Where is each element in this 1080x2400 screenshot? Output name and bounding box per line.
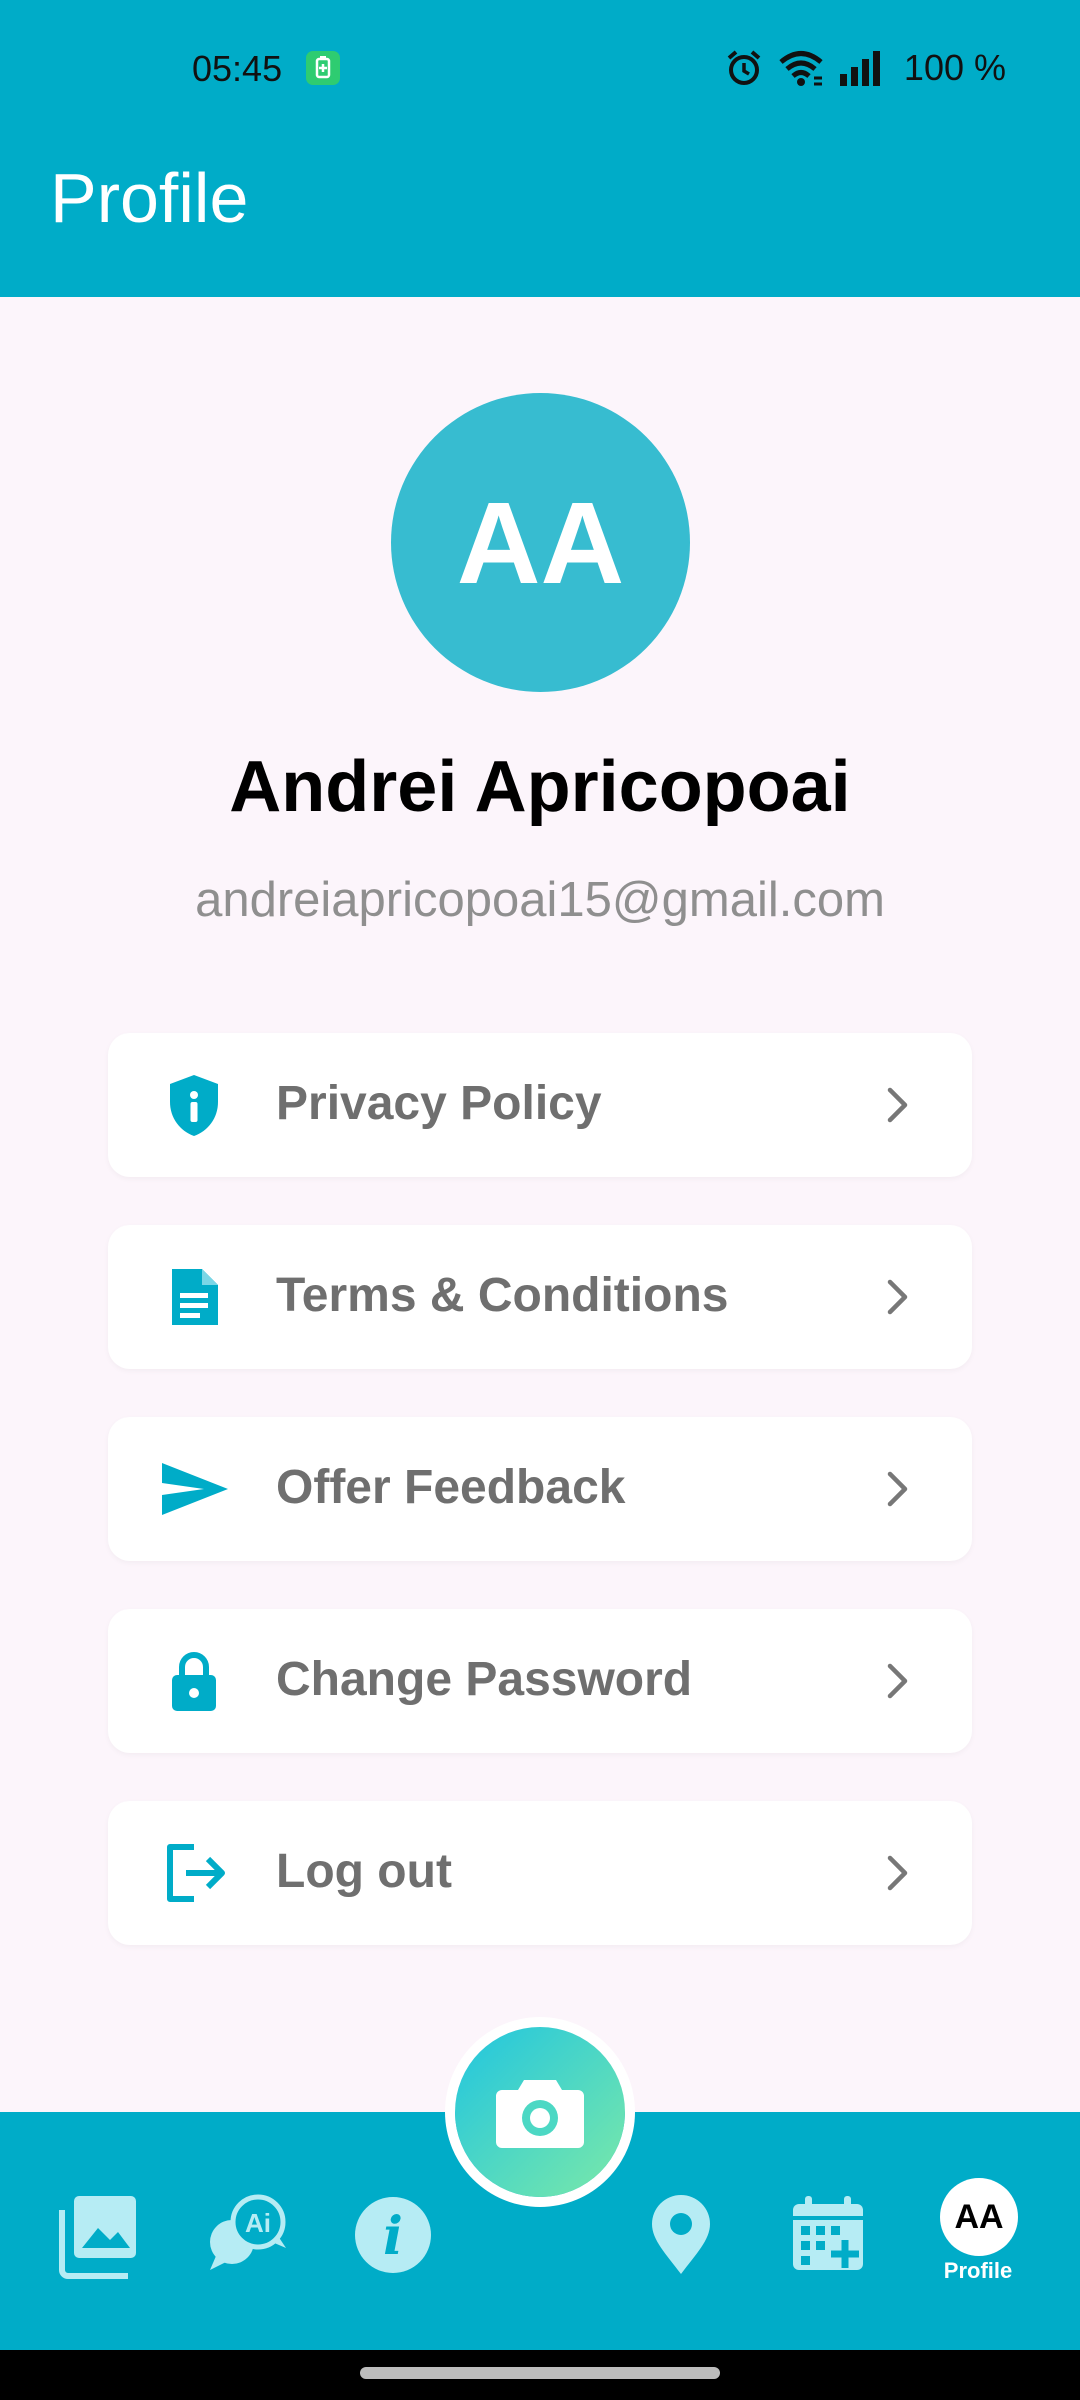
- user-name: Andrei Apricopoai: [229, 747, 851, 827]
- camera-icon: [496, 2080, 584, 2148]
- signal-icon: [839, 51, 880, 86]
- gallery-icon[interactable]: [58, 2190, 148, 2280]
- status-time: 05:45: [192, 48, 283, 89]
- camera-button[interactable]: [455, 2027, 625, 2197]
- profile-nav-label: Profile: [943, 2258, 1013, 2283]
- privacy-policy-button[interactable]: Privacy Policy: [108, 1033, 972, 1177]
- svg-text:i: i: [383, 2206, 403, 2267]
- chevron-right-icon: [887, 1855, 908, 1891]
- avatar: AA: [391, 393, 690, 692]
- lock-icon: [172, 1652, 216, 1711]
- profile-nav-avatar[interactable]: AA: [940, 2178, 1018, 2256]
- shield-info-icon: [170, 1075, 218, 1136]
- battery-saver-icon: [306, 51, 340, 85]
- menu-item-label: Offer Feedback: [276, 1461, 626, 1514]
- menu-item-label: Terms & Conditions: [276, 1269, 729, 1322]
- calendar-add-icon[interactable]: [783, 2190, 873, 2280]
- menu-item-label: Log out: [276, 1845, 452, 1898]
- svg-text:Ai: Ai: [245, 2208, 271, 2238]
- chevron-right-icon: [887, 1663, 908, 1699]
- terms-conditions-button[interactable]: Terms & Conditions: [108, 1225, 972, 1369]
- alarm-icon: [727, 50, 761, 85]
- info-icon[interactable]: i: [348, 2190, 438, 2280]
- ai-chat-icon[interactable]: Ai: [202, 2190, 292, 2280]
- battery-percentage: 100 %: [903, 47, 1006, 88]
- page-title: Profile: [50, 159, 249, 237]
- menu-item-label: Privacy Policy: [276, 1077, 602, 1130]
- offer-feedback-button[interactable]: Offer Feedback: [108, 1417, 972, 1561]
- home-gesture-bar[interactable]: [360, 2367, 720, 2379]
- log-out-button[interactable]: Log out: [108, 1801, 972, 1945]
- send-icon: [162, 1463, 228, 1515]
- chevron-right-icon: [887, 1471, 908, 1507]
- status-bar: 05:45 100 %: [0, 0, 1080, 140]
- status-icons: 100 %: [724, 47, 1006, 88]
- change-password-button[interactable]: Change Password: [108, 1609, 972, 1753]
- chevron-right-icon: [887, 1279, 908, 1315]
- user-email: andreiapricopoai15@gmail.com: [195, 873, 885, 927]
- logout-icon: [167, 1844, 225, 1902]
- location-icon[interactable]: [636, 2190, 726, 2280]
- chevron-right-icon: [887, 1087, 908, 1123]
- menu-item-label: Change Password: [276, 1653, 693, 1706]
- document-icon: [172, 1269, 218, 1325]
- wifi-icon: [779, 51, 823, 86]
